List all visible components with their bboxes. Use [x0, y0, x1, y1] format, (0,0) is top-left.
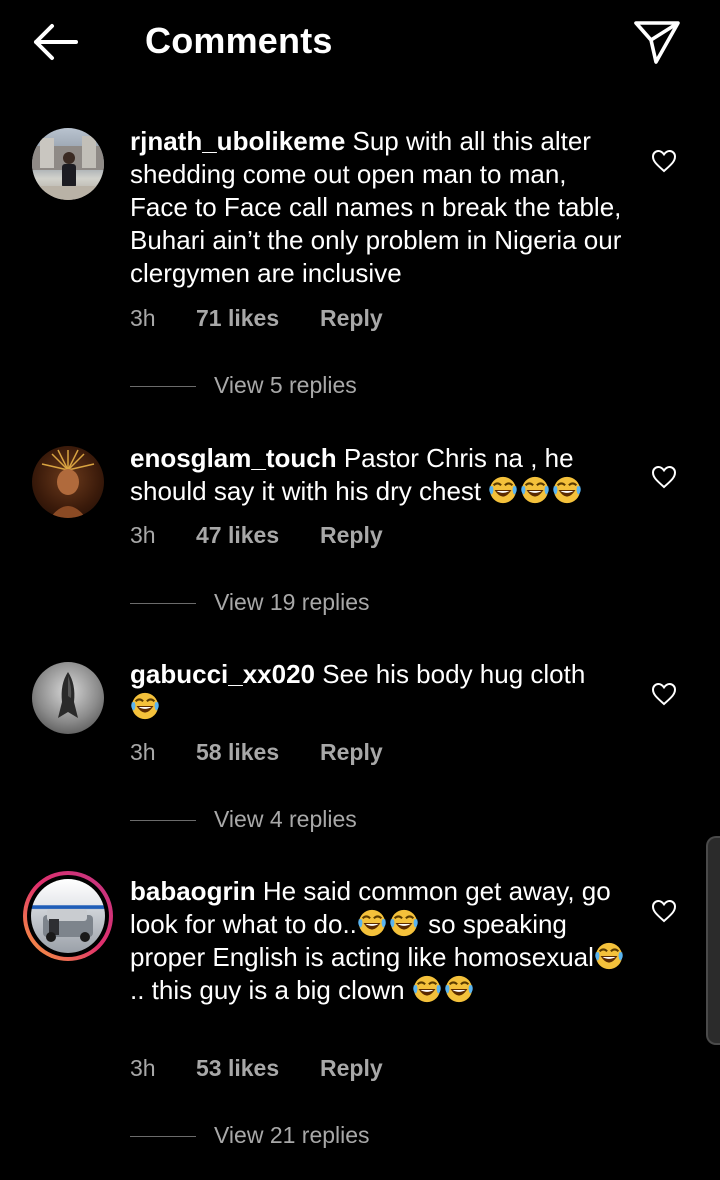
divider	[130, 1136, 196, 1137]
comment-time: 3h	[130, 522, 156, 548]
header: Comments	[0, 0, 720, 86]
comment-time: 3h	[130, 739, 156, 765]
comment-username[interactable]: rjnath_ubolikeme	[130, 126, 345, 156]
laugh-cry-emoji	[130, 691, 160, 721]
heart-icon	[651, 465, 677, 489]
laugh-cry-emoji	[444, 974, 474, 1004]
comment-likes[interactable]: 58 likes	[196, 739, 279, 766]
reply-button[interactable]: Reply	[320, 1055, 383, 1082]
comment-body: See his body hug cloth	[315, 659, 586, 689]
laugh-cry-emoji	[488, 475, 518, 505]
laugh-cry-emoji	[357, 908, 387, 938]
comment-username[interactable]: babaogrin	[130, 876, 256, 906]
comment-text: enosglam_touch Pastor Chris na , he shou…	[130, 442, 630, 508]
view-replies-label: View 19 replies	[214, 589, 370, 615]
comment-text: babaogrin He said common get away, go lo…	[130, 875, 630, 1007]
edge-panel-handle[interactable]	[706, 836, 720, 1045]
comment-likes[interactable]: 47 likes	[196, 522, 279, 549]
heart-icon	[651, 149, 677, 173]
divider	[130, 603, 196, 604]
avatar-story-ring[interactable]	[23, 871, 113, 961]
comment-likes[interactable]: 53 likes	[196, 1055, 279, 1082]
like-button[interactable]	[651, 899, 677, 923]
avatar-image	[58, 672, 78, 718]
comment-body-part: .. this guy is a big clown	[130, 975, 412, 1005]
avatar[interactable]	[32, 446, 104, 518]
reply-button[interactable]: Reply	[320, 739, 383, 766]
avatar[interactable]	[32, 662, 104, 734]
reply-button[interactable]: Reply	[320, 522, 383, 549]
share-button[interactable]	[630, 16, 684, 68]
comment-time: 3h	[130, 305, 156, 331]
comment-time: 3h	[130, 1055, 156, 1081]
reply-button[interactable]: Reply	[320, 305, 383, 332]
avatar-image	[41, 449, 95, 518]
laugh-cry-emoji	[389, 908, 419, 938]
laugh-cry-emoji	[552, 475, 582, 505]
laugh-cry-emoji	[520, 475, 550, 505]
comment-username[interactable]: gabucci_xx020	[130, 659, 315, 689]
paper-plane-icon	[634, 21, 680, 64]
heart-icon	[651, 899, 677, 923]
comment-text: rjnath_ubolikeme Sup with all this alter…	[130, 125, 630, 290]
heart-icon	[651, 682, 677, 706]
like-button[interactable]	[651, 149, 677, 173]
avatar-image	[43, 909, 93, 942]
page-title: Comments	[145, 20, 333, 61]
like-button[interactable]	[651, 682, 677, 706]
view-replies-label: View 5 replies	[214, 372, 357, 398]
view-replies-label: View 21 replies	[214, 1122, 370, 1148]
avatar[interactable]	[32, 128, 104, 200]
back-button[interactable]	[28, 18, 84, 66]
comment-text: gabucci_xx020 See his body hug cloth	[130, 658, 630, 724]
laugh-cry-emoji	[594, 941, 624, 971]
divider	[130, 820, 196, 821]
avatar-image	[32, 136, 104, 200]
like-button[interactable]	[651, 465, 677, 489]
divider	[130, 386, 196, 387]
avatar	[31, 879, 105, 953]
view-replies-label: View 4 replies	[214, 806, 357, 832]
arrow-left-icon	[34, 24, 78, 60]
comment-likes[interactable]: 71 likes	[196, 305, 279, 332]
laugh-cry-emoji	[412, 974, 442, 1004]
comment-username[interactable]: enosglam_touch	[130, 443, 337, 473]
